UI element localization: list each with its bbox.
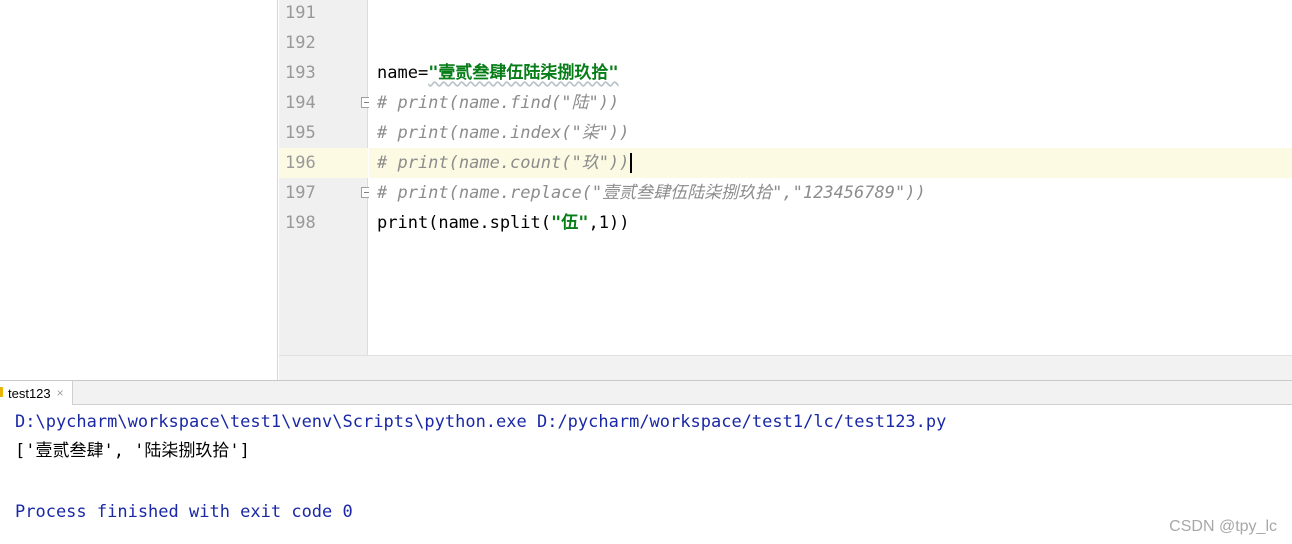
run-console[interactable]: D:\pycharm\workspace\test1\venv\Scripts\… bbox=[0, 405, 1292, 544]
gutter-line-197: 197 bbox=[279, 178, 372, 208]
code-line[interactable]: # print(name.replace("壹贰叁肆伍陆柒捌玖拾","12345… bbox=[369, 178, 1292, 208]
code-text: print(name.split("伍",1)) bbox=[377, 208, 629, 238]
watermark: CSDN @tpy_lc bbox=[1169, 518, 1277, 535]
comment-text: # print(name.replace("壹贰叁肆伍陆柒捌玖拾","12345… bbox=[377, 183, 926, 203]
console-exit-message: Process finished with exit code 0 bbox=[15, 502, 353, 522]
code-text: name="壹贰叁肆伍陆柒捌玖拾" bbox=[377, 58, 619, 88]
console-command: D:\pycharm\workspace\test1\venv\Scripts\… bbox=[15, 412, 947, 432]
gutter-line-195: 195 bbox=[279, 118, 368, 148]
code-prefix: name= bbox=[377, 63, 429, 83]
text-caret bbox=[630, 153, 633, 173]
editor-footer bbox=[279, 355, 1292, 380]
line-number: 195 bbox=[285, 123, 316, 143]
line-number: 196 bbox=[285, 153, 316, 173]
line-number: 193 bbox=[285, 63, 316, 83]
comment-text: # print(name.index("柒")) bbox=[377, 123, 630, 143]
gutter-line-192: 192 bbox=[279, 28, 368, 58]
gutter-line-194: 194 bbox=[279, 88, 372, 118]
gutter-line-193: 193 bbox=[279, 58, 368, 88]
code-line[interactable]: # print(name.find("陆")) bbox=[369, 88, 1292, 118]
run-tab-label: test123 bbox=[8, 385, 51, 401]
gutter-line-196: 196 bbox=[279, 148, 368, 178]
python-file-icon bbox=[0, 387, 3, 397]
code-line[interactable]: print(name.split("伍",1)) bbox=[369, 208, 1292, 238]
line-number: 197 bbox=[285, 183, 316, 203]
code-editor[interactable]: name="壹贰叁肆伍陆柒捌玖拾" # print(name.find("陆")… bbox=[369, 0, 1292, 355]
gutter-line-191: 191 bbox=[279, 0, 368, 28]
code-suffix: ,1)) bbox=[588, 213, 630, 233]
code-line-current[interactable]: # print(name.count("玖")) bbox=[369, 148, 1292, 178]
code-line[interactable]: name="壹贰叁肆伍陆柒捌玖拾" bbox=[369, 58, 1292, 88]
line-number: 192 bbox=[285, 33, 316, 53]
comment-text: # print(name.count("玖")) bbox=[377, 148, 633, 178]
run-tab[interactable]: test123 × bbox=[0, 381, 73, 405]
line-number: 194 bbox=[285, 93, 316, 113]
ide-window: 191 192 193 194 195 196 197 198 name="壹贰… bbox=[0, 0, 1292, 544]
run-tab-bar: test123 × bbox=[0, 380, 1292, 405]
console-output: ['壹贰叁肆', '陆柒捌玖拾'] bbox=[15, 441, 250, 461]
gutter-line-198: 198 bbox=[279, 208, 368, 238]
line-number-gutter[interactable]: 191 192 193 194 195 196 197 198 bbox=[279, 0, 372, 355]
close-icon[interactable]: × bbox=[57, 386, 64, 400]
string-literal: "壹贰叁肆伍陆柒捌玖拾" bbox=[428, 63, 619, 83]
code-line[interactable]: # print(name.index("柒")) bbox=[369, 118, 1292, 148]
line-number: 198 bbox=[285, 213, 316, 233]
string-literal: "伍" bbox=[551, 213, 589, 233]
comment-content: # print(name.count("玖")) bbox=[377, 153, 630, 173]
line-number: 191 bbox=[285, 3, 316, 23]
comment-text: # print(name.find("陆")) bbox=[377, 93, 620, 113]
code-prefix: print(name.split( bbox=[377, 213, 551, 233]
project-panel[interactable] bbox=[0, 0, 278, 380]
